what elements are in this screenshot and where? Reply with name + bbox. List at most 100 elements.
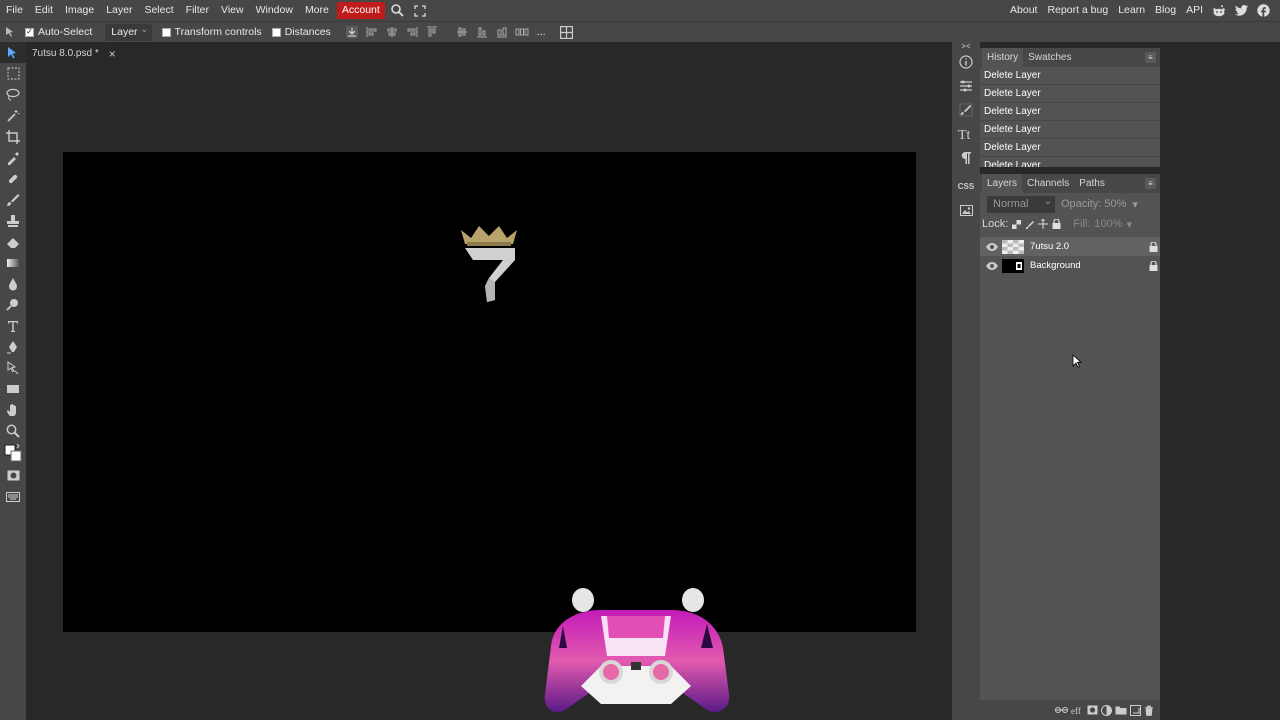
link-layers-icon[interactable]: [1055, 705, 1068, 715]
collapse-panels-icon[interactable]: [952, 42, 980, 50]
menu-layer[interactable]: Layer: [100, 0, 138, 21]
fill-dropdown-icon[interactable]: ▾: [1127, 218, 1133, 231]
paragraph-icon[interactable]: [952, 146, 980, 170]
layer-effects-icon[interactable]: eff: [1071, 705, 1084, 715]
distances-checkbox[interactable]: Distances: [267, 22, 336, 43]
quick-mask-icon[interactable]: [0, 465, 26, 486]
new-group-icon[interactable]: [1115, 705, 1127, 715]
align-bottom-icon[interactable]: [472, 22, 492, 43]
layer-row-7utsu[interactable]: 7utsu 2.0: [980, 237, 1160, 256]
lock-position-icon[interactable]: [1038, 219, 1049, 229]
align-right-icon[interactable]: [402, 22, 422, 43]
fill-value[interactable]: 100%: [1094, 218, 1122, 230]
grid-layout-icon[interactable]: [557, 22, 577, 43]
tab-history[interactable]: History: [982, 48, 1024, 67]
history-item[interactable]: Delete Layer: [980, 67, 1160, 85]
magic-wand-tool-icon[interactable]: [0, 105, 26, 126]
menu-select[interactable]: Select: [138, 0, 179, 21]
layers-menu-icon[interactable]: ≡: [1145, 178, 1156, 189]
blur-tool-icon[interactable]: [0, 273, 26, 294]
select-mode-dropdown[interactable]: Layer: [97, 21, 156, 43]
visibility-eye-icon[interactable]: [985, 242, 999, 252]
lock-all-icon[interactable]: [1052, 219, 1061, 229]
document-tab[interactable]: 7utsu 8.0.psd * ×: [26, 44, 124, 63]
tab-paths[interactable]: Paths: [1074, 174, 1110, 193]
brush-tool-icon[interactable]: [0, 189, 26, 210]
link-blog[interactable]: Blog: [1150, 0, 1181, 21]
blend-mode-dropdown[interactable]: Normal: [987, 193, 1055, 213]
menu-more[interactable]: More: [299, 0, 335, 21]
link-learn[interactable]: Learn: [1113, 0, 1150, 21]
link-api[interactable]: API: [1181, 0, 1208, 21]
more-options-button[interactable]: ...: [532, 22, 551, 43]
twitter-icon[interactable]: [1230, 0, 1252, 21]
healing-brush-tool-icon[interactable]: [0, 168, 26, 189]
history-item[interactable]: Delete Layer: [980, 103, 1160, 121]
canvas[interactable]: [63, 152, 916, 632]
layer-name[interactable]: 7utsu 2.0: [1030, 241, 1146, 252]
menu-filter[interactable]: Filter: [180, 0, 215, 21]
adjustment-layer-icon[interactable]: [1101, 704, 1112, 716]
keyboard-icon[interactable]: [0, 486, 26, 507]
link-about[interactable]: About: [1005, 0, 1042, 21]
info-icon[interactable]: [952, 50, 980, 74]
distribute-icon[interactable]: [492, 22, 512, 43]
hand-tool-icon[interactable]: [0, 399, 26, 420]
history-item[interactable]: Delete Layer: [980, 139, 1160, 157]
tab-swatches[interactable]: Swatches: [1023, 48, 1076, 67]
image-panel-icon[interactable]: [952, 198, 980, 222]
css-panel-icon[interactable]: CSS: [952, 174, 980, 198]
align-top-icon[interactable]: [422, 22, 442, 43]
delete-layer-icon[interactable]: [1144, 705, 1154, 716]
add-mask-icon[interactable]: [1087, 705, 1098, 715]
visibility-eye-icon[interactable]: [985, 261, 999, 271]
transform-controls-checkbox[interactable]: Transform controls: [157, 22, 267, 43]
menu-edit[interactable]: Edit: [29, 0, 59, 21]
opacity-value[interactable]: 50%: [1104, 198, 1126, 210]
properties-icon[interactable]: [952, 74, 980, 98]
new-layer-icon[interactable]: [1130, 704, 1141, 716]
menu-file[interactable]: File: [0, 0, 29, 21]
fullscreen-icon[interactable]: [409, 0, 431, 21]
eyedropper-tool-icon[interactable]: [0, 147, 26, 168]
character-icon[interactable]: Tt: [952, 122, 980, 146]
opacity-dropdown-icon[interactable]: ▾: [1132, 198, 1138, 211]
history-menu-icon[interactable]: ≡: [1145, 52, 1156, 63]
auto-select-checkbox[interactable]: ✓ Auto-Select: [20, 22, 97, 43]
close-icon[interactable]: ×: [109, 47, 116, 61]
link-report-bug[interactable]: Report a bug: [1042, 0, 1113, 21]
type-tool-icon[interactable]: [0, 315, 26, 336]
color-swatches-icon[interactable]: [0, 441, 26, 465]
align-hcenter-icon[interactable]: [382, 22, 402, 43]
eraser-tool-icon[interactable]: [0, 231, 26, 252]
pen-tool-icon[interactable]: [0, 336, 26, 357]
reddit-icon[interactable]: [1208, 0, 1230, 21]
layer-name[interactable]: Background: [1030, 260, 1146, 271]
download-icon[interactable]: [342, 22, 362, 43]
history-item[interactable]: Delete Layer: [980, 157, 1160, 167]
zoom-tool-icon[interactable]: [0, 420, 26, 441]
crop-tool-icon[interactable]: [0, 126, 26, 147]
lock-pixels-icon[interactable]: [1025, 220, 1035, 229]
shape-tool-icon[interactable]: [0, 378, 26, 399]
history-item[interactable]: Delete Layer: [980, 85, 1160, 103]
move-tool-icon[interactable]: [0, 42, 26, 63]
search-icon[interactable]: [387, 0, 409, 21]
menu-image[interactable]: Image: [59, 0, 100, 21]
menu-window[interactable]: Window: [250, 0, 299, 21]
path-select-tool-icon[interactable]: [0, 357, 26, 378]
layer-row-background[interactable]: Background: [980, 256, 1160, 275]
account-button[interactable]: Account: [336, 2, 385, 19]
distribute-spacing-icon[interactable]: [512, 22, 532, 43]
align-vcenter-icon[interactable]: [452, 22, 472, 43]
dodge-tool-icon[interactable]: [0, 294, 26, 315]
clone-stamp-tool-icon[interactable]: [0, 210, 26, 231]
marquee-tool-icon[interactable]: [0, 63, 26, 84]
tab-layers[interactable]: Layers: [982, 174, 1023, 193]
menu-view[interactable]: View: [215, 0, 250, 21]
history-item[interactable]: Delete Layer: [980, 121, 1160, 139]
brush-settings-icon[interactable]: [952, 98, 980, 122]
tab-channels[interactable]: Channels: [1022, 174, 1074, 193]
lasso-tool-icon[interactable]: [0, 84, 26, 105]
lock-transparency-icon[interactable]: [1012, 219, 1022, 229]
